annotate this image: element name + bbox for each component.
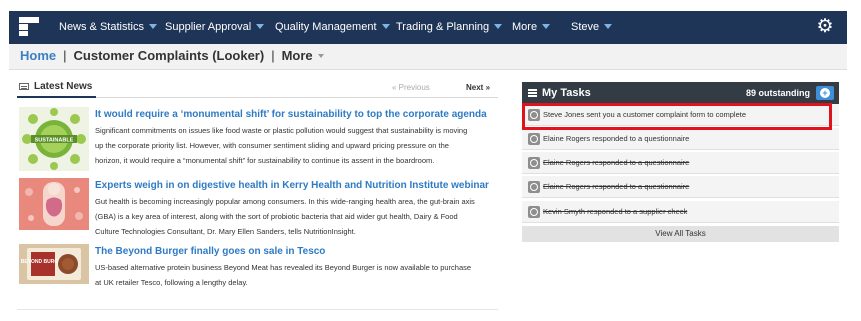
newspaper-icon	[19, 83, 29, 90]
news-article: SUSTAINABLE It would require a ‘monument…	[17, 106, 498, 172]
nav-user-menu[interactable]: Steve	[571, 11, 613, 44]
summary-line: at UK retailer Tesco, following a length…	[95, 278, 248, 287]
article-title-link[interactable]: It would require a ‘monumental shift’ fo…	[95, 109, 487, 120]
nav-quality-management[interactable]: Quality Management	[275, 11, 390, 44]
plus-icon: +	[820, 88, 830, 98]
add-task-button[interactable]: +	[816, 86, 834, 100]
nav-more[interactable]: More	[512, 11, 551, 44]
summary-line: Gut health is becoming increasingly popu…	[95, 197, 475, 206]
chevron-down-icon	[494, 24, 503, 29]
nav-supplier-approval[interactable]: Supplier Approval	[165, 11, 265, 44]
chevron-down-icon	[381, 24, 390, 29]
news-header-label: Latest News	[34, 81, 93, 92]
latest-news-tab[interactable]: Latest News	[17, 78, 97, 98]
breadcrumb-separator: |	[271, 48, 275, 63]
summary-line: Culture Technologies Consultant, Dr. Mar…	[95, 227, 356, 236]
clock-icon	[528, 206, 540, 218]
article-summary: Gut health is becoming increasingly popu…	[95, 194, 495, 239]
top-navigation-bar: News & Statistics Supplier Approval Qual…	[9, 11, 847, 44]
article-title-link[interactable]: Experts weigh in on digestive health in …	[95, 180, 489, 191]
task-item[interactable]: Elaine Rogers responded to a questionnai…	[522, 176, 839, 198]
nav-label: Trading & Planning	[396, 21, 490, 33]
task-item[interactable]: Elaine Rogers responded to a questionnai…	[522, 152, 839, 174]
previous-link[interactable]: « Previous	[392, 83, 430, 92]
summary-line: horizon, it would require a “monumental …	[95, 156, 435, 165]
app-logo[interactable]	[19, 17, 41, 39]
nav-label: News & Statistics	[59, 21, 144, 33]
article-title-link[interactable]: The Beyond Burger finally goes on sale i…	[95, 246, 325, 257]
summary-line: US-based alternative protein business Be…	[95, 263, 472, 272]
task-text: Elaine Rogers responded to a questionnai…	[543, 158, 690, 167]
task-text: Elaine Rogers responded to a questionnai…	[543, 134, 690, 143]
article-summary: US-based alternative protein business Be…	[95, 260, 495, 290]
news-article: BEYOND BURGER The Beyond Burger finally …	[17, 244, 498, 294]
task-item[interactable]: Elaine Rogers responded to a questionnai…	[522, 128, 839, 150]
breadcrumb: Home | Customer Complaints (Looker) | More	[9, 44, 847, 70]
tasks-title: My Tasks	[528, 82, 591, 104]
news-article: Experts weigh in on digestive health in …	[17, 178, 498, 238]
breadcrumb-home-link[interactable]: Home	[20, 48, 56, 63]
clock-icon	[528, 181, 540, 193]
task-highlight-box	[522, 103, 832, 130]
chevron-down-icon	[317, 54, 324, 58]
nav-label: Supplier Approval	[165, 21, 252, 33]
task-item[interactable]: Kevin Smyth responded to a supplier chec…	[522, 201, 839, 223]
chevron-down-icon	[148, 24, 157, 29]
summary-line: Significant commitments on issues like f…	[95, 126, 468, 135]
nav-news-statistics[interactable]: News & Statistics	[59, 11, 157, 44]
tasks-title-label: My Tasks	[542, 87, 591, 99]
nav-label: More	[512, 21, 538, 33]
summary-line: (GBA) is a key area of interest, along w…	[95, 212, 458, 221]
next-link[interactable]: Next »	[466, 83, 490, 92]
news-panel-header: Latest News « Previous Next »	[17, 78, 498, 98]
summary-line: up the corporate priority list. However,…	[95, 141, 449, 150]
clock-icon	[528, 157, 540, 169]
task-text: Elaine Rogers responded to a questionnai…	[543, 182, 690, 191]
view-all-tasks-button[interactable]: View All Tasks	[522, 226, 839, 242]
breadcrumb-more-menu[interactable]: More	[282, 48, 324, 63]
nav-label: Quality Management	[275, 21, 377, 33]
beyond-burger-image[interactable]: BEYOND BURGER	[19, 244, 89, 284]
latest-news-panel: Latest News « Previous Next » SUSTAINABL…	[17, 78, 498, 310]
gut-health-image[interactable]	[19, 178, 89, 230]
nav-label: Steve	[571, 21, 600, 33]
chevron-down-icon	[542, 24, 551, 29]
article-summary: Significant commitments on issues like f…	[95, 123, 495, 168]
list-icon	[528, 89, 537, 97]
chevron-down-icon	[604, 24, 613, 29]
clock-icon	[528, 133, 540, 145]
chevron-down-icon	[256, 24, 265, 29]
more-label: More	[281, 48, 313, 63]
task-text: Kevin Smyth responded to a supplier chec…	[543, 207, 688, 216]
breadcrumb-separator: |	[63, 48, 67, 63]
page-title: Customer Complaints (Looker)	[73, 48, 265, 63]
outstanding-count: 89 outstanding	[746, 88, 811, 98]
gear-icon[interactable]: ⚙	[815, 17, 835, 37]
image-caption: SUSTAINABLE	[35, 138, 74, 144]
sustainable-image[interactable]: SUSTAINABLE	[19, 107, 89, 171]
tasks-panel-header: My Tasks 89 outstanding +	[522, 82, 839, 104]
nav-trading-planning[interactable]: Trading & Planning	[396, 11, 503, 44]
